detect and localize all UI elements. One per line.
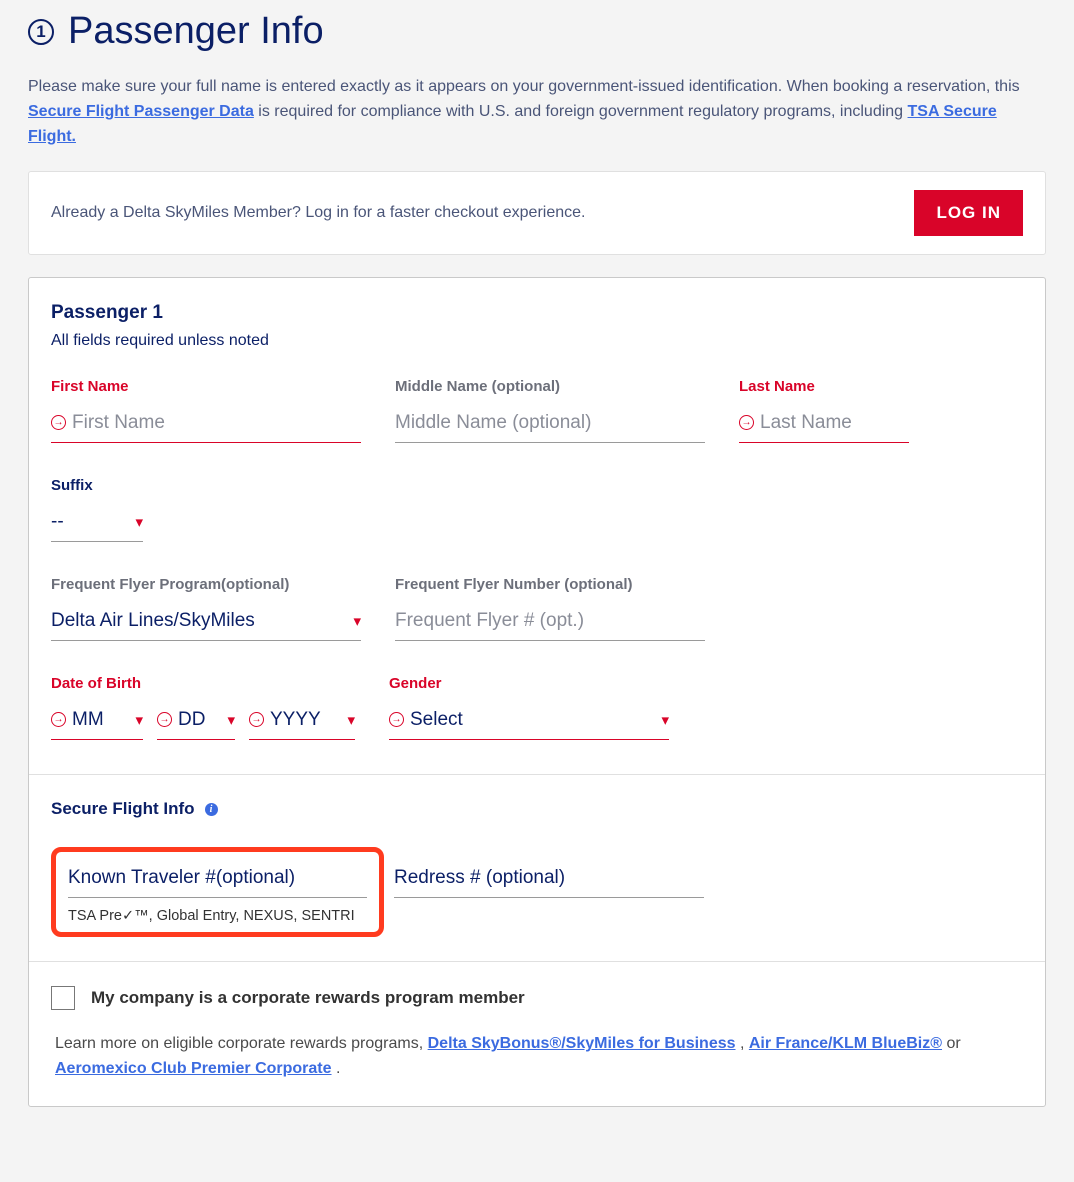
chevron-down-icon: ▾ [135,711,143,729]
secure-flight-data-link[interactable]: Secure Flight Passenger Data [28,103,254,120]
known-traveler-highlight: TSA Pre✓™, Global Entry, NEXUS, SENTRI [51,847,384,937]
chevron-down-icon: ▾ [135,513,143,531]
last-name-label: Last Name [739,378,909,395]
ff-program-select[interactable]: Delta Air Lines/SkyMiles ▾ [51,605,361,641]
ff-number-label: Frequent Flyer Number (optional) [395,576,705,593]
error-arrow-icon [51,712,66,727]
ff-number-input[interactable] [395,610,705,632]
skybonus-link[interactable]: Delta SkyBonus®/SkyMiles for Business [428,1035,736,1052]
login-button[interactable]: LOG IN [914,190,1023,236]
middle-name-input[interactable] [395,412,705,434]
page-title: Passenger Info [68,10,324,53]
passenger-heading: Passenger 1 [51,302,1023,324]
login-prompt-text: Already a Delta SkyMiles Member? Log in … [51,204,585,222]
passenger-panel: Passenger 1 All fields required unless n… [28,277,1046,1107]
suffix-label: Suffix [51,477,143,494]
redress-input[interactable] [394,867,704,889]
error-arrow-icon [249,712,264,727]
suffix-select[interactable]: -- ▾ [51,506,143,542]
dob-month-select[interactable]: MM ▾ [51,704,143,740]
chevron-down-icon: ▾ [227,711,235,729]
middle-name-label: Middle Name (optional) [395,378,705,395]
known-traveler-hint: TSA Pre✓™, Global Entry, NEXUS, SENTRI [68,908,367,924]
error-arrow-icon [157,712,172,727]
aeromexico-link[interactable]: Aeromexico Club Premier Corporate [55,1060,332,1077]
chevron-down-icon: ▾ [347,711,355,729]
login-callout: Already a Delta SkyMiles Member? Log in … [28,171,1046,255]
error-arrow-icon [51,415,66,430]
gender-select[interactable]: Select ▾ [389,704,669,740]
gender-label: Gender [389,675,669,692]
intro-paragraph: Please make sure your full name is enter… [28,75,1046,149]
dob-year-select[interactable]: YYYY ▾ [249,704,355,740]
last-name-input[interactable] [760,412,909,434]
first-name-label: First Name [51,378,361,395]
corporate-rewards-checkbox[interactable] [51,986,75,1010]
dob-day-select[interactable]: DD ▾ [157,704,235,740]
ff-program-label: Frequent Flyer Program(optional) [51,576,361,593]
known-traveler-input[interactable] [68,867,367,889]
dob-label: Date of Birth [51,675,355,692]
corporate-rewards-label: My company is a corporate rewards progra… [91,988,525,1008]
secure-flight-heading: Secure Flight Info [51,799,195,819]
error-arrow-icon [389,712,404,727]
chevron-down-icon: ▾ [661,711,669,729]
error-arrow-icon [739,415,754,430]
required-note: All fields required unless noted [51,332,1023,350]
first-name-input[interactable] [72,412,361,434]
step-number-badge: 1 [28,19,54,45]
corporate-info-text: Learn more on eligible corporate rewards… [51,1032,1023,1082]
info-icon[interactable]: i [205,803,218,816]
chevron-down-icon: ▾ [353,612,361,630]
bluebiz-link[interactable]: Air France/KLM BlueBiz® [749,1035,942,1052]
